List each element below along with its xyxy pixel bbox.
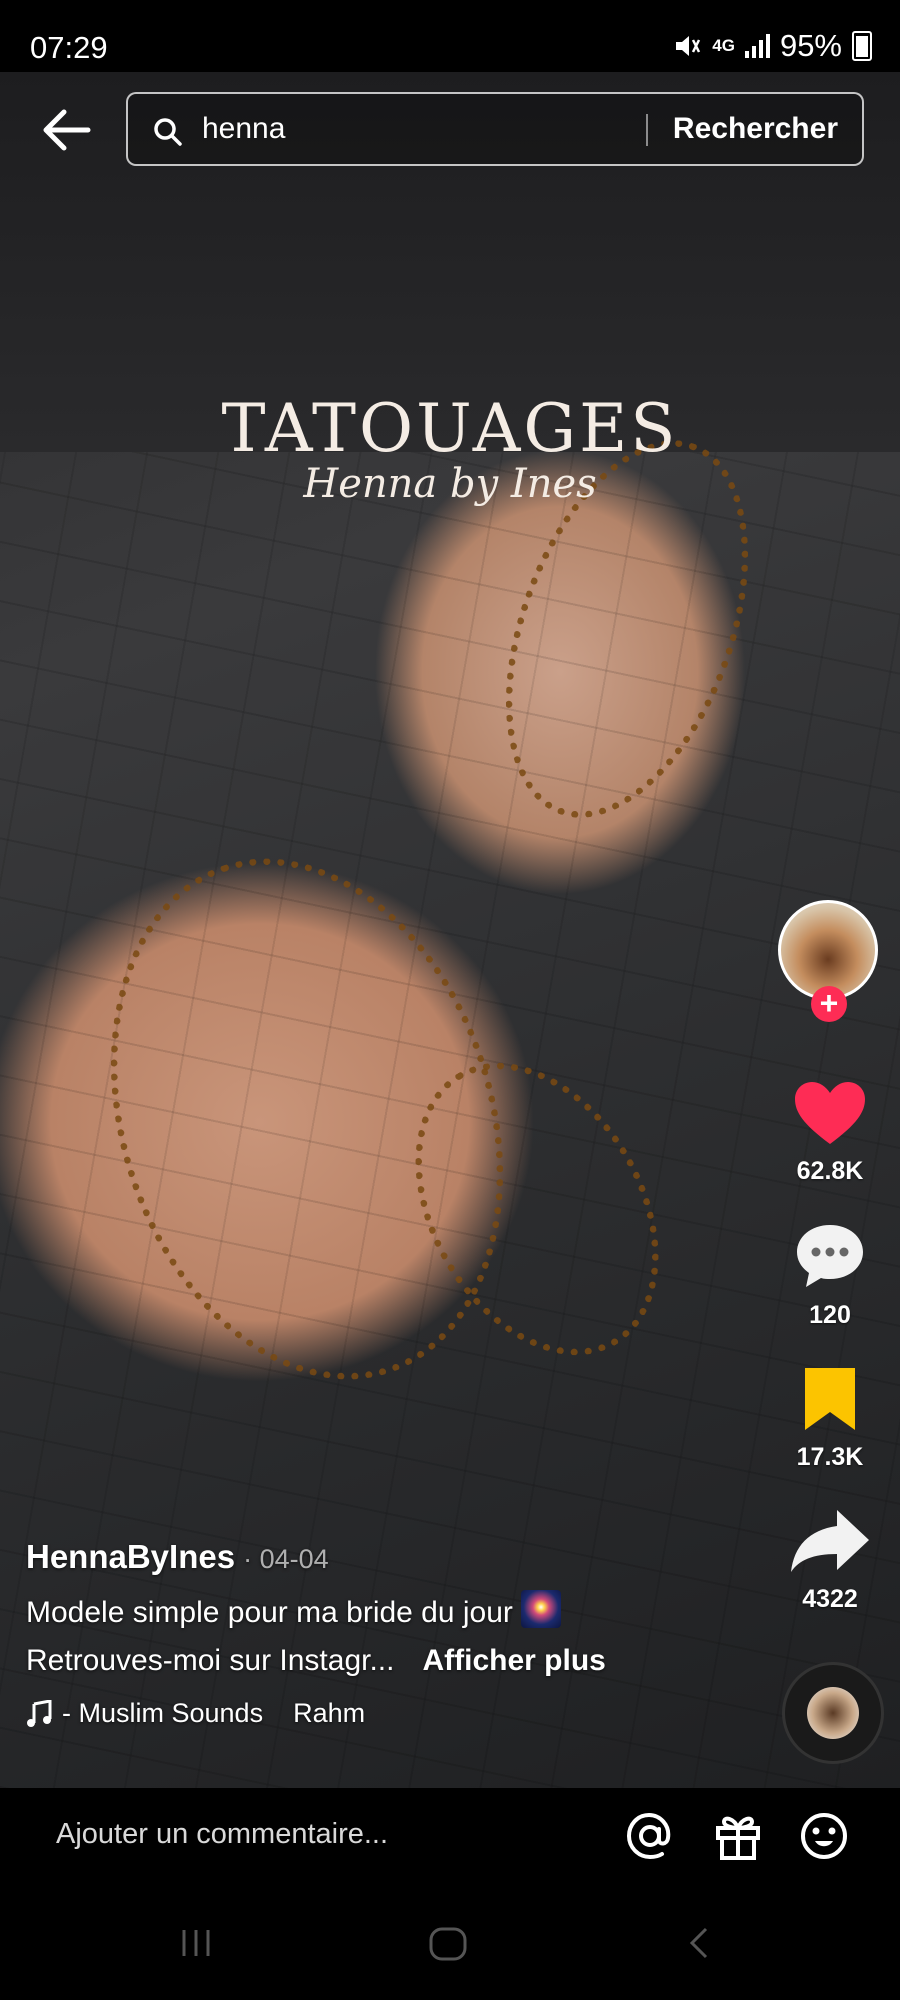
home-icon[interactable] <box>428 1926 468 1962</box>
share-count: 4322 <box>802 1585 858 1613</box>
music-note-icon <box>27 1699 52 1727</box>
save-action[interactable]: 17.3K <box>770 1366 890 1472</box>
share-icon[interactable] <box>789 1508 871 1574</box>
comment-count: 120 <box>809 1301 851 1329</box>
network-type: 4G <box>712 36 735 55</box>
post-date: · 04-04 <box>243 1544 329 1574</box>
recent-apps-icon[interactable] <box>178 1926 214 1960</box>
video-watermark: TATOUAGES Henna by Ines <box>0 390 900 507</box>
comment-input[interactable]: Ajouter un commentaire... <box>56 1818 388 1851</box>
signal-icon <box>744 34 770 58</box>
at-icon[interactable] <box>624 1810 676 1862</box>
status-bar: 07:29 4G 95% <box>0 0 900 72</box>
battery-icon <box>852 31 872 61</box>
emoji-icon[interactable] <box>798 1810 850 1862</box>
status-icons: 4G 95% <box>672 28 872 64</box>
like-count: 62.8K <box>796 1157 864 1185</box>
tiktok-video-screen: 07:29 4G 95% TATOUAGES Henna by Ines hen… <box>0 0 900 2000</box>
caption-line-2: Retrouves-moi sur Instagr... <box>26 1644 395 1677</box>
search-query[interactable]: henna <box>202 112 285 146</box>
video-player[interactable]: TATOUAGES Henna by Ines <box>0 72 900 1788</box>
save-count: 17.3K <box>796 1443 864 1471</box>
like-action[interactable]: 62.8K <box>770 1080 890 1186</box>
comment-action[interactable]: 120 <box>770 1222 890 1330</box>
search-divider <box>646 114 648 146</box>
search-bar[interactable]: henna Rechercher <box>126 92 864 166</box>
creator-username[interactable]: HennaByInes <box>26 1538 235 1575</box>
search-button[interactable]: Rechercher <box>673 112 838 146</box>
comment-icon[interactable] <box>794 1222 866 1290</box>
music-track[interactable]: - Muslim Sounds Rahm <box>26 1698 766 1729</box>
comment-bar: Ajouter un commentaire... <box>0 1788 900 1884</box>
search-icon <box>154 118 182 146</box>
caption-line-1: Modele simple pour ma bride du jour <box>26 1596 513 1629</box>
show-more-link[interactable]: Afficher plus <box>422 1644 605 1677</box>
music-disc[interactable] <box>782 1662 884 1764</box>
share-action[interactable]: 4322 <box>770 1508 890 1614</box>
nav-back-icon[interactable] <box>686 1926 712 1960</box>
bookmark-icon[interactable] <box>800 1366 860 1432</box>
music-title: - Muslim Sounds Rahm <box>62 1698 366 1728</box>
back-arrow-icon[interactable] <box>42 108 92 152</box>
mute-icon <box>676 36 701 56</box>
watermark-subtitle: Henna by Ines <box>303 461 597 507</box>
watermark-title: TATOUAGES <box>221 390 679 467</box>
heart-icon[interactable] <box>793 1080 867 1146</box>
fireworks-emoji <box>520 1590 561 1628</box>
post-caption: HennaByInes · 04-04 Modele simple pour ma… <box>26 1538 766 1729</box>
battery-percent: 95% <box>779 28 842 63</box>
status-time: 07:29 <box>30 30 108 65</box>
system-nav-bar <box>0 1884 900 2000</box>
follow-button[interactable]: + <box>811 986 847 1022</box>
gift-icon[interactable] <box>712 1810 764 1862</box>
